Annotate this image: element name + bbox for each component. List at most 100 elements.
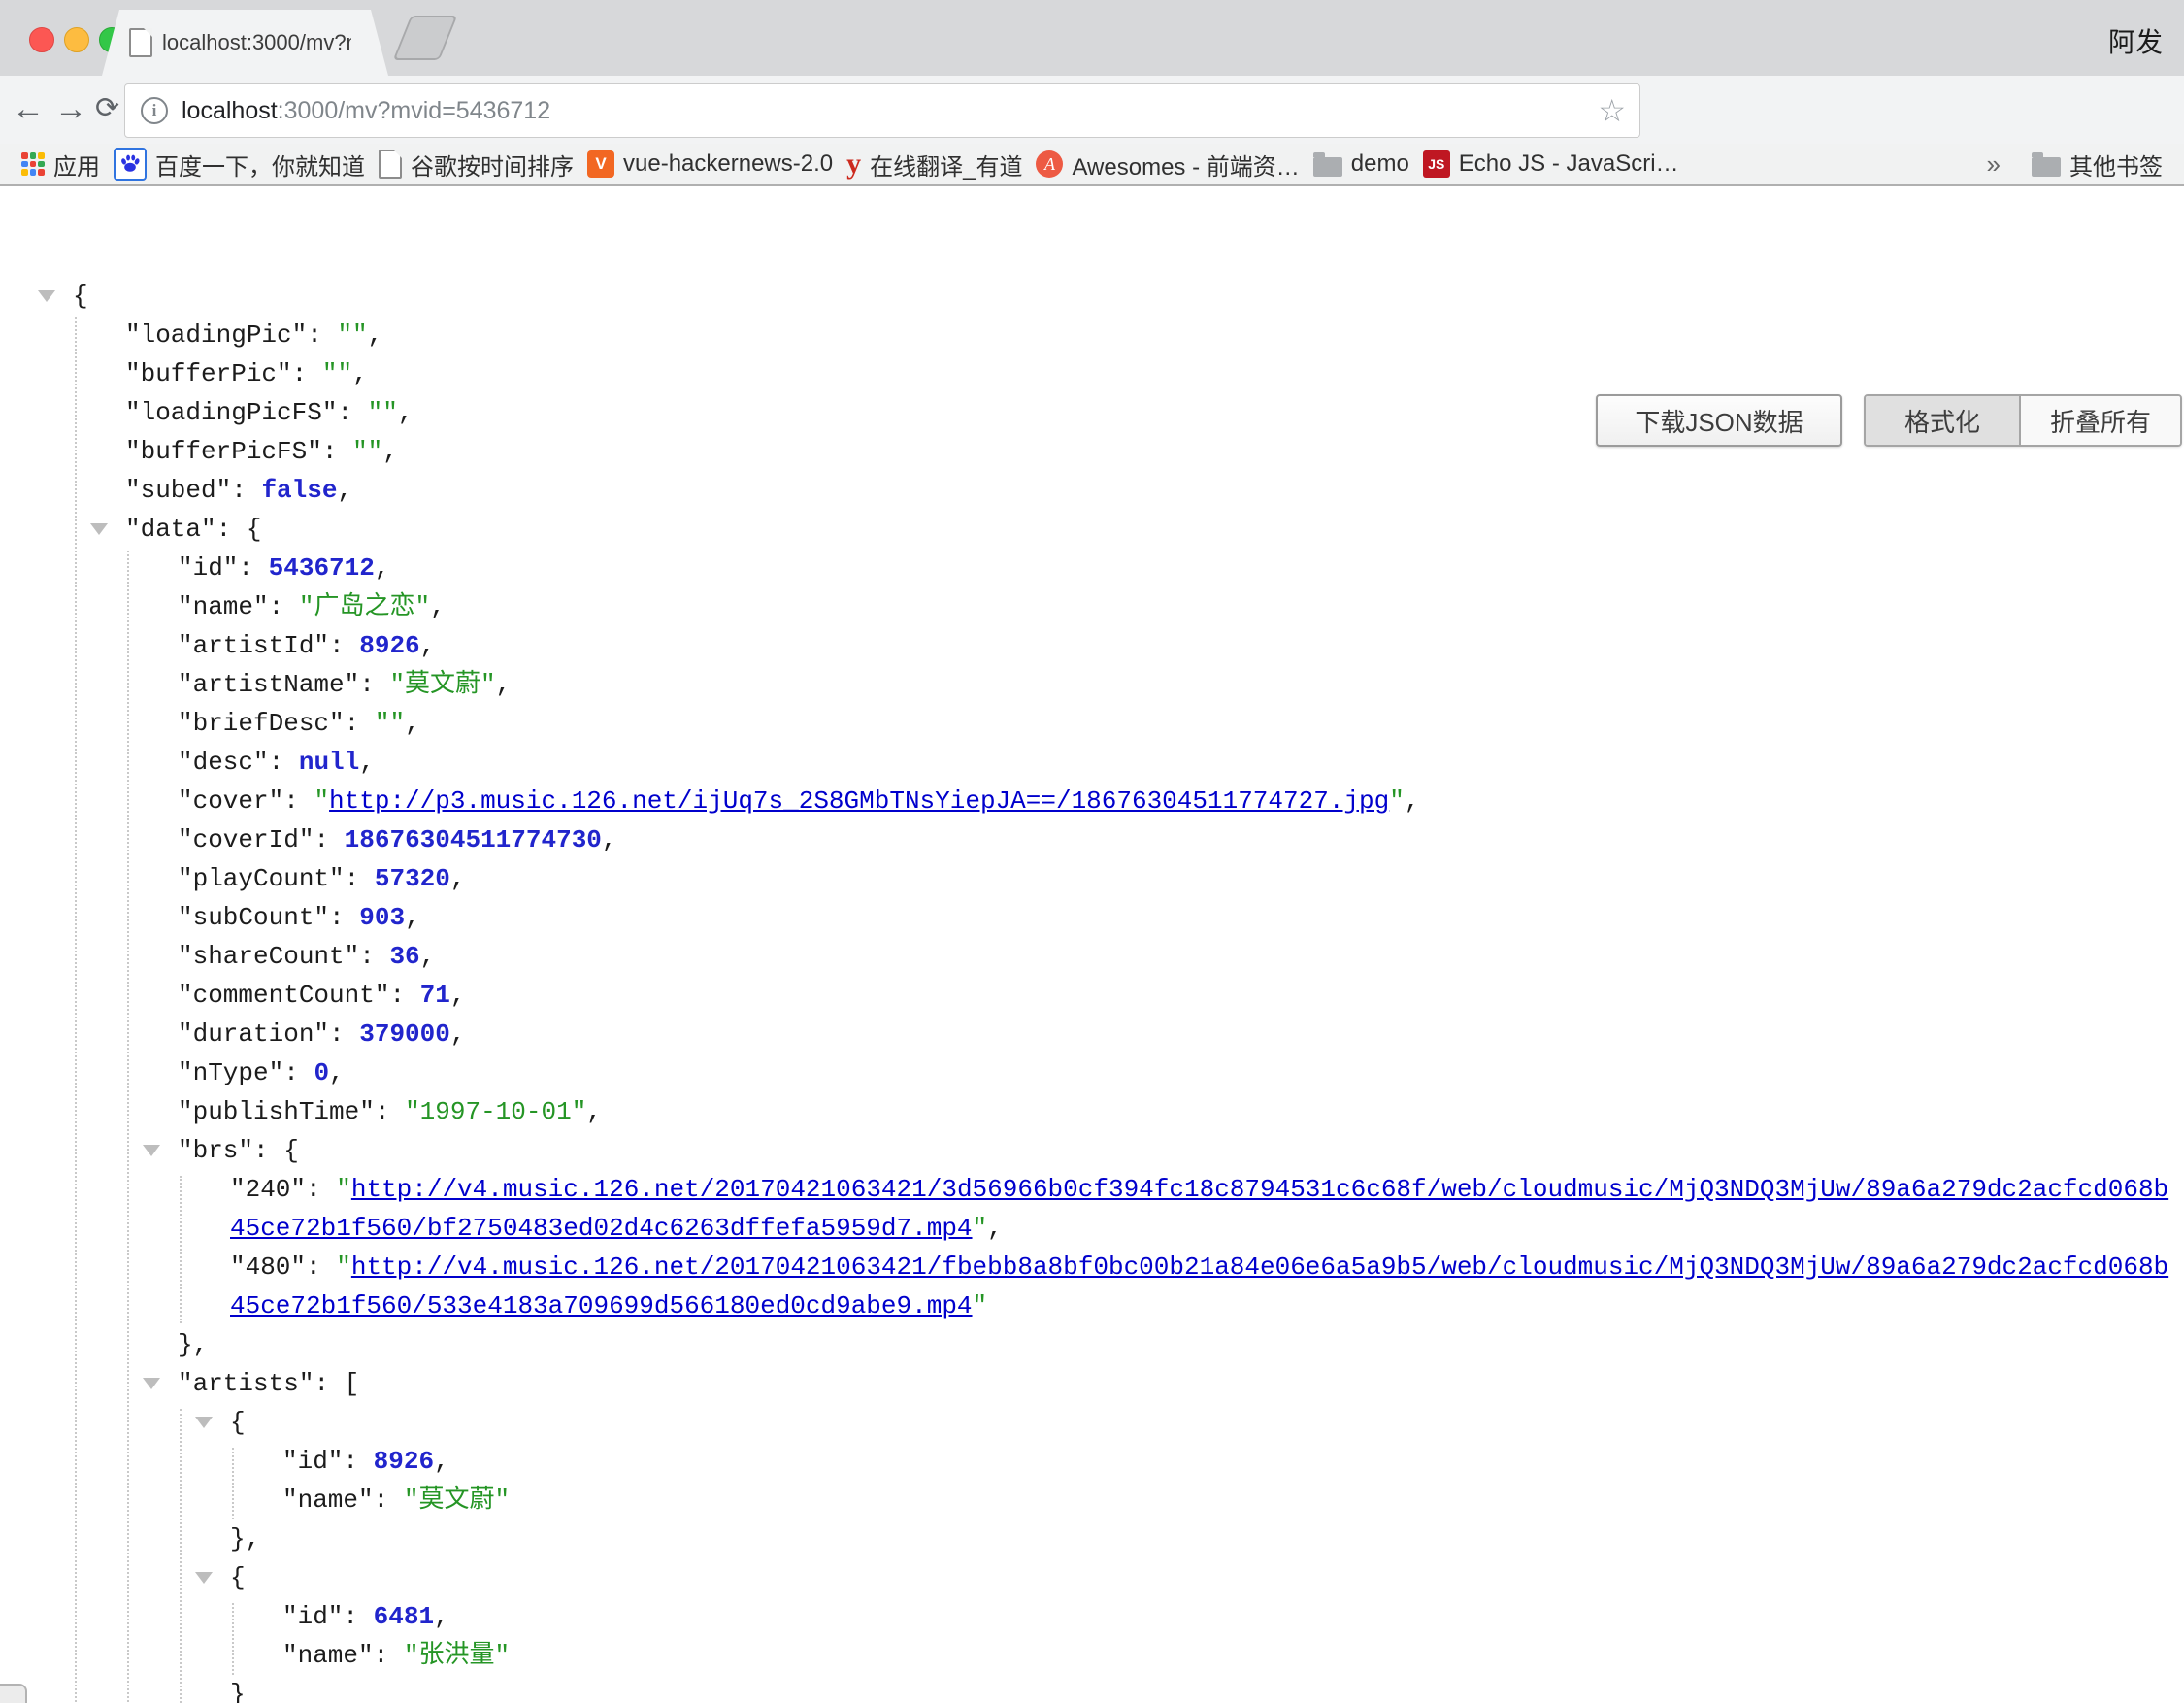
json-link[interactable]: http://p3.music.126.net/ijUq7s_2S8GMbTNs… xyxy=(329,786,1389,816)
json-token: 18676304511774730 xyxy=(345,825,602,854)
json-line: "nType": 0, xyxy=(0,1053,2180,1092)
json-line: "subCount": 903, xyxy=(0,898,2180,937)
json-token: , xyxy=(434,1602,449,1631)
json-line: { xyxy=(0,1403,2180,1442)
bookmark-awesomes[interactable]: A Awesomes - 前端资… xyxy=(1036,148,1299,182)
json-token: }, xyxy=(230,1524,260,1553)
new-tab-button[interactable] xyxy=(393,16,458,60)
json-token: { xyxy=(230,1408,246,1437)
json-tree: {"loadingPic": "","bufferPic": "","loadi… xyxy=(0,277,2180,1703)
json-token: "artists" xyxy=(178,1369,314,1398)
json-line: "publishTime": "1997-10-01", xyxy=(0,1092,2180,1131)
page-info-icon[interactable]: i xyxy=(141,97,168,124)
json-token: , xyxy=(375,553,390,583)
json-token: : xyxy=(231,476,261,505)
json-line: "artistName": "莫文蔚", xyxy=(0,665,2180,704)
page-favicon-icon xyxy=(129,28,152,57)
status-bubble xyxy=(0,1684,27,1703)
bookmark-echojs[interactable]: JS Echo JS - JavaScri… xyxy=(1423,150,1679,178)
vue-icon: V xyxy=(587,150,614,178)
json-token: , xyxy=(450,981,466,1010)
collapse-arrow-icon[interactable] xyxy=(143,1378,160,1389)
url-text: localhost:3000/mv?mvid=5436712 xyxy=(182,97,550,125)
bookmark-youdao[interactable]: y 在线翻译_有道 xyxy=(846,148,1022,182)
json-token: , xyxy=(359,748,375,777)
json-token: "data" xyxy=(125,515,216,544)
json-token: , xyxy=(430,592,446,621)
bookmarks-bar: 应用 百度一下，你就知道 谷歌按时间排序 V vue-hackernews-2.… xyxy=(0,144,2184,186)
json-token: "莫文蔚" xyxy=(404,1486,510,1515)
json-token: "" xyxy=(375,709,405,738)
json-token: "loadingPicFS" xyxy=(125,398,337,427)
json-token: "name" xyxy=(178,592,269,621)
json-token: "1997-10-01" xyxy=(405,1097,586,1126)
window-close-button[interactable] xyxy=(29,27,54,52)
json-token: 36 xyxy=(389,942,419,971)
json-line: "brs": { xyxy=(0,1131,2180,1170)
json-token: , xyxy=(450,864,466,893)
bookmark-label: 谷歌按时间排序 xyxy=(411,148,574,182)
json-token: , xyxy=(382,437,398,466)
json-token: " xyxy=(336,1252,351,1282)
json-token: : xyxy=(307,320,337,350)
json-token: : xyxy=(345,709,375,738)
json-token: 5436712 xyxy=(269,553,375,583)
echojs-icon: JS xyxy=(1423,150,1450,178)
json-token: "id" xyxy=(282,1602,343,1631)
json-token: , xyxy=(352,359,368,388)
json-token: "id" xyxy=(178,553,238,583)
json-link[interactable]: http://v4.music.126.net/20170421063421/3… xyxy=(230,1175,2168,1243)
json-line: "loadingPicFS": "", xyxy=(0,393,2180,432)
json-token: , xyxy=(586,1097,602,1126)
json-link[interactable]: http://v4.music.126.net/20170421063421/f… xyxy=(230,1252,2168,1320)
json-line: { xyxy=(0,1558,2180,1597)
json-token: , xyxy=(405,709,420,738)
window-minimize-button[interactable] xyxy=(64,27,89,52)
collapse-arrow-icon[interactable] xyxy=(195,1417,213,1428)
collapse-arrow-icon[interactable] xyxy=(195,1572,213,1584)
bookmarks-overflow-chevron[interactable]: » xyxy=(1987,150,2001,180)
bookmark-vue-hackernews[interactable]: V vue-hackernews-2.0 xyxy=(587,150,833,178)
json-line: "artistId": 8926, xyxy=(0,626,2180,665)
json-token: { xyxy=(230,1563,246,1592)
forward-button[interactable]: → xyxy=(54,87,87,130)
collapse-arrow-icon[interactable] xyxy=(90,523,108,535)
json-token: , xyxy=(405,903,420,932)
tab-close-icon[interactable]: × xyxy=(453,29,468,54)
json-token: : xyxy=(269,592,299,621)
bookmark-apps[interactable]: 应用 xyxy=(21,148,100,182)
reload-button[interactable]: ⟳ xyxy=(95,87,119,130)
json-token: "desc" xyxy=(178,748,269,777)
json-token: , xyxy=(398,398,414,427)
json-line: { xyxy=(0,277,2180,316)
json-line: "coverId": 18676304511774730, xyxy=(0,820,2180,859)
json-token: 8926 xyxy=(374,1447,434,1476)
bookmark-label: Awesomes - 前端资… xyxy=(1072,148,1299,182)
json-token: : xyxy=(374,1486,404,1515)
json-token: "bufferPicFS" xyxy=(125,437,322,466)
json-line: "data": { xyxy=(0,510,2180,549)
json-token: : xyxy=(329,1019,359,1049)
json-token: "id" xyxy=(282,1447,343,1476)
json-token: "artistName" xyxy=(178,670,359,699)
bookmark-star-icon[interactable]: ☆ xyxy=(1598,92,1626,129)
profile-name[interactable]: 阿发 xyxy=(2108,21,2163,60)
bookmark-google-sorted[interactable]: 谷歌按时间排序 xyxy=(379,148,574,182)
json-line: "name": "莫文蔚" xyxy=(0,1481,2180,1519)
json-token: "briefDesc" xyxy=(178,709,345,738)
other-bookmarks[interactable]: 其他书签 xyxy=(2032,148,2163,182)
address-bar[interactable]: i localhost:3000/mv?mvid=5436712 ☆ xyxy=(124,83,1640,138)
browser-tab[interactable]: localhost:3000/mv?mvid=543 × xyxy=(102,10,388,76)
json-token: : xyxy=(283,786,314,816)
bookmark-demo-folder[interactable]: demo xyxy=(1313,150,1409,178)
json-token: , xyxy=(1405,786,1420,816)
back-button[interactable]: ← xyxy=(12,87,45,130)
collapse-arrow-icon[interactable] xyxy=(143,1145,160,1156)
bookmark-baidu[interactable]: 百度一下，你就知道 xyxy=(114,148,365,182)
json-line: "artists": [ xyxy=(0,1364,2180,1403)
collapse-arrow-icon[interactable] xyxy=(38,290,55,302)
json-token: "cover" xyxy=(178,786,283,816)
json-token: 903 xyxy=(359,903,405,932)
json-line: "id": 6481, xyxy=(0,1597,2180,1636)
json-token: "name" xyxy=(282,1641,374,1670)
